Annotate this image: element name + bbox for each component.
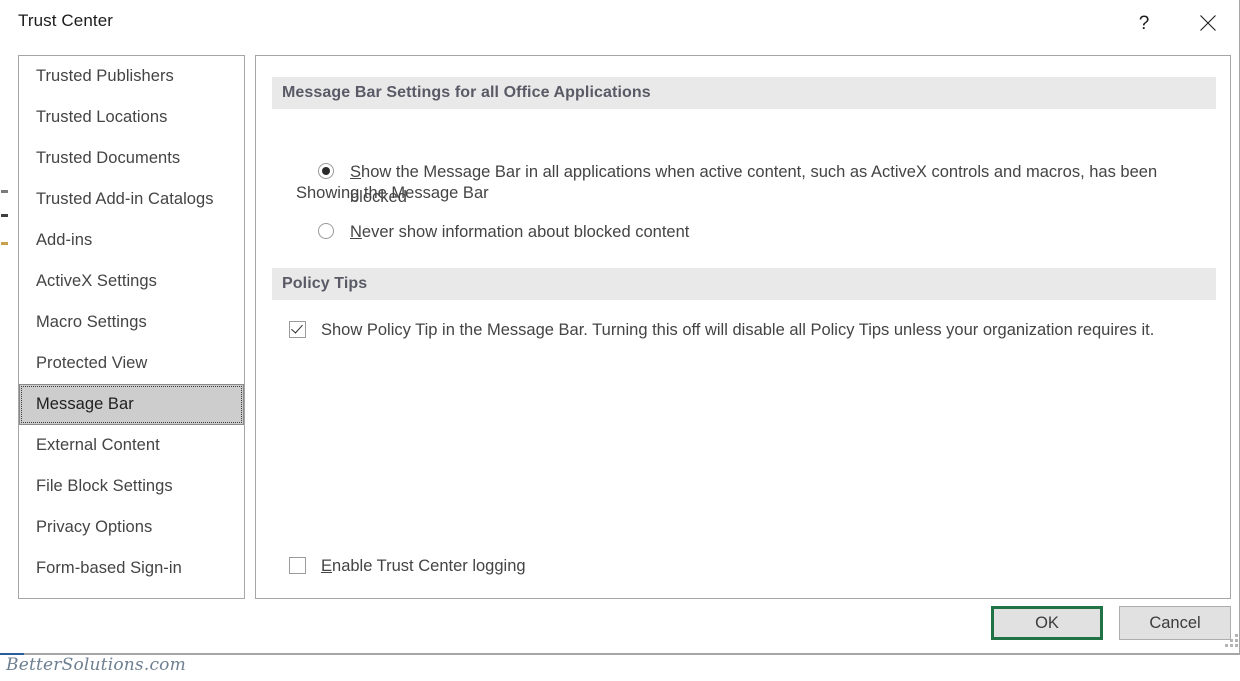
sidebar-item-label: Trusted Publishers	[36, 67, 174, 85]
sidebar-item-label: Trusted Add-in Catalogs	[36, 190, 214, 208]
close-x-icon	[1200, 15, 1216, 31]
background-artifact	[1, 242, 8, 245]
sidebar-item-label: Privacy Options	[36, 518, 153, 536]
sidebar-item-add-ins[interactable]: Add-ins	[19, 220, 244, 261]
radio-button-unselected-icon[interactable]	[318, 223, 334, 239]
footer-divider	[0, 654, 1240, 655]
sidebar-item-message-bar[interactable]: Message Bar	[19, 384, 244, 425]
sidebar-item-trusted-publishers[interactable]: Trusted Publishers	[19, 56, 244, 97]
checkbox-checked-icon[interactable]	[289, 321, 306, 338]
sidebar-item-macro-settings[interactable]: Macro Settings	[19, 302, 244, 343]
sidebar-item-label: Protected View	[36, 354, 148, 372]
checkbox-label-rest: nable Trust Center logging	[332, 557, 526, 575]
sidebar-item-label: File Block Settings	[36, 477, 173, 495]
site-watermark: BetterSolutions.com	[6, 655, 186, 675]
sidebar-item-trusted-documents[interactable]: Trusted Documents	[19, 138, 244, 179]
checkbox-show-policy-tip[interactable]: Show Policy Tip in the Message Bar. Turn…	[289, 318, 1204, 343]
sidebar-item-external-content[interactable]: External Content	[19, 425, 244, 466]
close-button[interactable]	[1185, 0, 1231, 46]
accelerator-letter: S	[350, 163, 362, 181]
sidebar-item-protected-view[interactable]: Protected View	[19, 343, 244, 384]
radio-label-rest: how the Message Bar in all applications …	[350, 163, 1158, 206]
checkbox-logging-label: Enable Trust Center logging	[321, 554, 526, 579]
sidebar-item-label: Message Bar	[36, 395, 134, 413]
sidebar-item-trusted-add-in-catalogs[interactable]: Trusted Add-in Catalogs	[19, 179, 244, 220]
trust-center-dialog: Trust Center ? Trusted Publishers Truste…	[9, 0, 1240, 654]
settings-panel: Message Bar Settings for all Office Appl…	[255, 55, 1231, 599]
message-bar-group-header: Message Bar Settings for all Office Appl…	[272, 77, 1216, 109]
sidebar-item-label: Add-ins	[36, 231, 93, 249]
help-button[interactable]: ?	[1121, 0, 1167, 46]
sidebar-item-label: External Content	[36, 436, 160, 454]
checkbox-show-policy-tip-label: Show Policy Tip in the Message Bar. Turn…	[321, 321, 1155, 339]
accelerator-letter: N	[350, 223, 362, 241]
background-app-edge	[0, 0, 9, 655]
radio-button-selected-icon[interactable]	[318, 163, 334, 179]
resize-grip-icon[interactable]	[1225, 632, 1240, 648]
sidebar-item-label: Trusted Documents	[36, 149, 181, 167]
sidebar-item-label: Trusted Locations	[36, 108, 168, 126]
radio-show-message-bar-label: Show the Message Bar in all applications…	[350, 160, 1208, 210]
radio-never-show-label: Never show information about blocked con…	[350, 220, 689, 245]
sidebar-item-label: ActiveX Settings	[36, 272, 157, 290]
sidebar-item-label: Macro Settings	[36, 313, 147, 331]
dialog-title-bar: Trust Center ?	[9, 0, 1239, 46]
sidebar-item-trusted-locations[interactable]: Trusted Locations	[19, 97, 244, 138]
sidebar-item-form-based-sign-in[interactable]: Form-based Sign-in	[19, 548, 244, 589]
dialog-title: Trust Center	[18, 11, 114, 30]
background-artifact	[1, 214, 8, 217]
checkbox-enable-trust-center-logging[interactable]: Enable Trust Center logging	[289, 554, 689, 579]
cancel-button[interactable]: Cancel	[1119, 606, 1231, 640]
question-mark-icon: ?	[1138, 12, 1150, 34]
policy-tips-group-header: Policy Tips	[272, 268, 1216, 300]
category-list[interactable]: Trusted Publishers Trusted Locations Tru…	[18, 55, 245, 599]
checkbox-unchecked-icon[interactable]	[289, 557, 306, 574]
sidebar-item-file-block-settings[interactable]: File Block Settings	[19, 466, 244, 507]
background-artifact	[1, 190, 8, 193]
sidebar-item-label: Form-based Sign-in	[36, 559, 182, 577]
radio-show-message-bar[interactable]: Show the Message Bar in all applications…	[318, 160, 1208, 210]
radio-label-rest: ever show information about blocked cont…	[361, 223, 690, 241]
ok-button[interactable]: OK	[991, 606, 1103, 640]
sidebar-item-activex-settings[interactable]: ActiveX Settings	[19, 261, 244, 302]
sidebar-item-privacy-options[interactable]: Privacy Options	[19, 507, 244, 548]
radio-never-show-blocked-content[interactable]: Never show information about blocked con…	[318, 220, 1208, 245]
accelerator-letter: E	[321, 557, 333, 575]
